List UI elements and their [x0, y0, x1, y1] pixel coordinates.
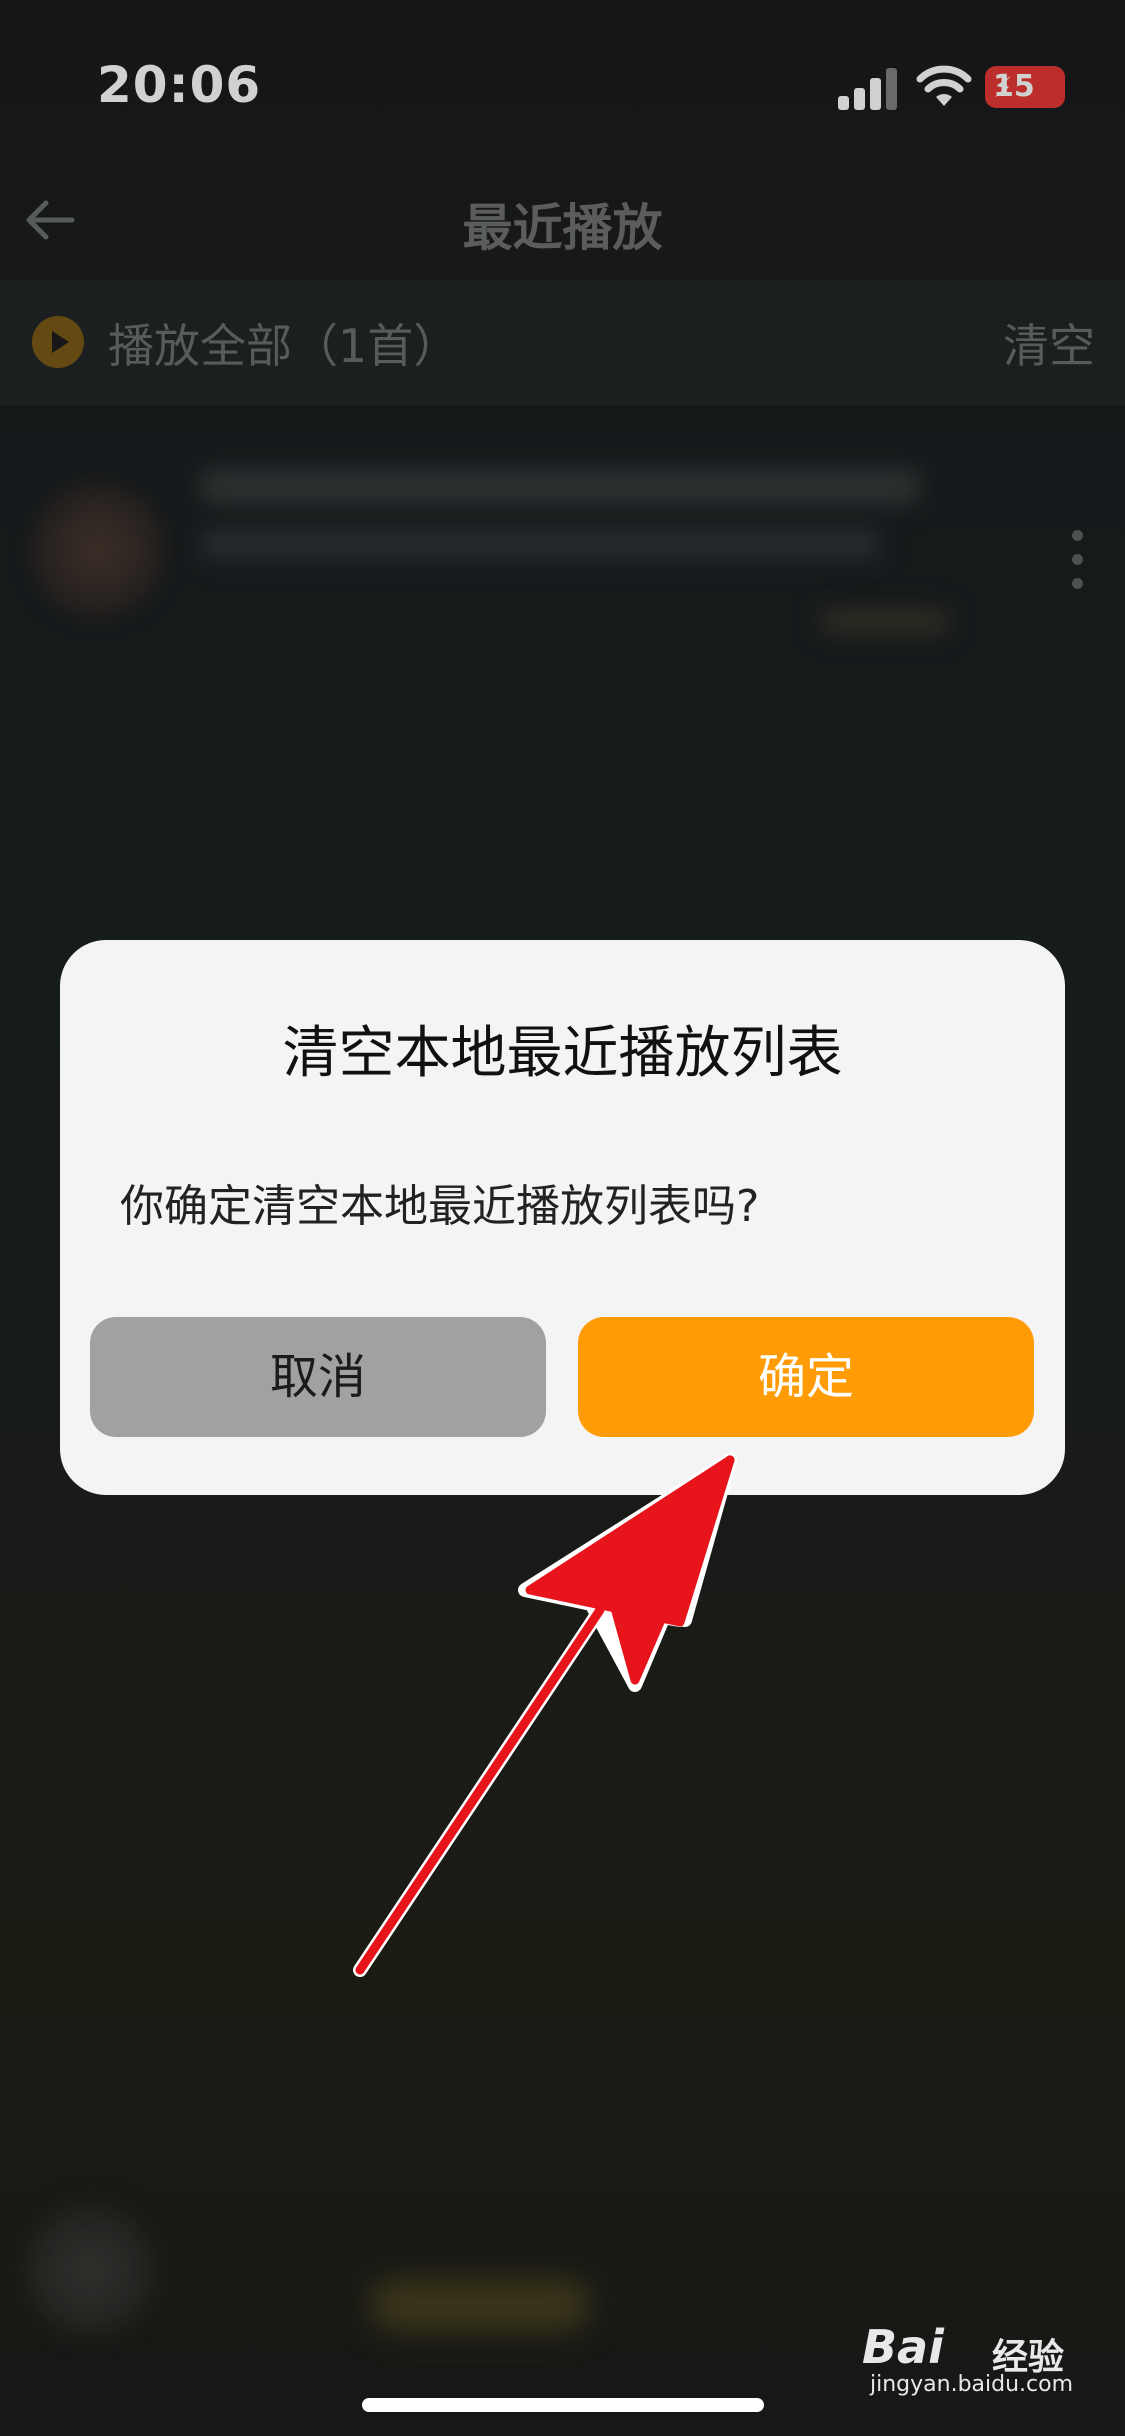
- app-screen: 20:06 15 ⚡ 最近播放 播放全部（1首） 清空 清空本地最近播放列表 你…: [0, 0, 1125, 2436]
- confirm-dialog: 清空本地最近播放列表 你确定清空本地最近播放列表吗? 取消 确定: [60, 940, 1065, 1495]
- home-indicator[interactable]: [362, 2398, 764, 2412]
- cancel-button[interactable]: 取消: [90, 1317, 546, 1437]
- baidu-watermark: Bai 经验 jingyan.baidu.com: [862, 2320, 1102, 2397]
- annotation-arrow-icon: [353, 1453, 737, 1977]
- watermark-brand: Bai: [862, 2320, 944, 2374]
- dialog-message: 你确定清空本地最近播放列表吗?: [120, 1181, 760, 1232]
- confirm-button[interactable]: 确定: [578, 1317, 1034, 1437]
- watermark-url: jingyan.baidu.com: [870, 2372, 1074, 2397]
- dialog-title: 清空本地最近播放列表: [282, 1021, 843, 1086]
